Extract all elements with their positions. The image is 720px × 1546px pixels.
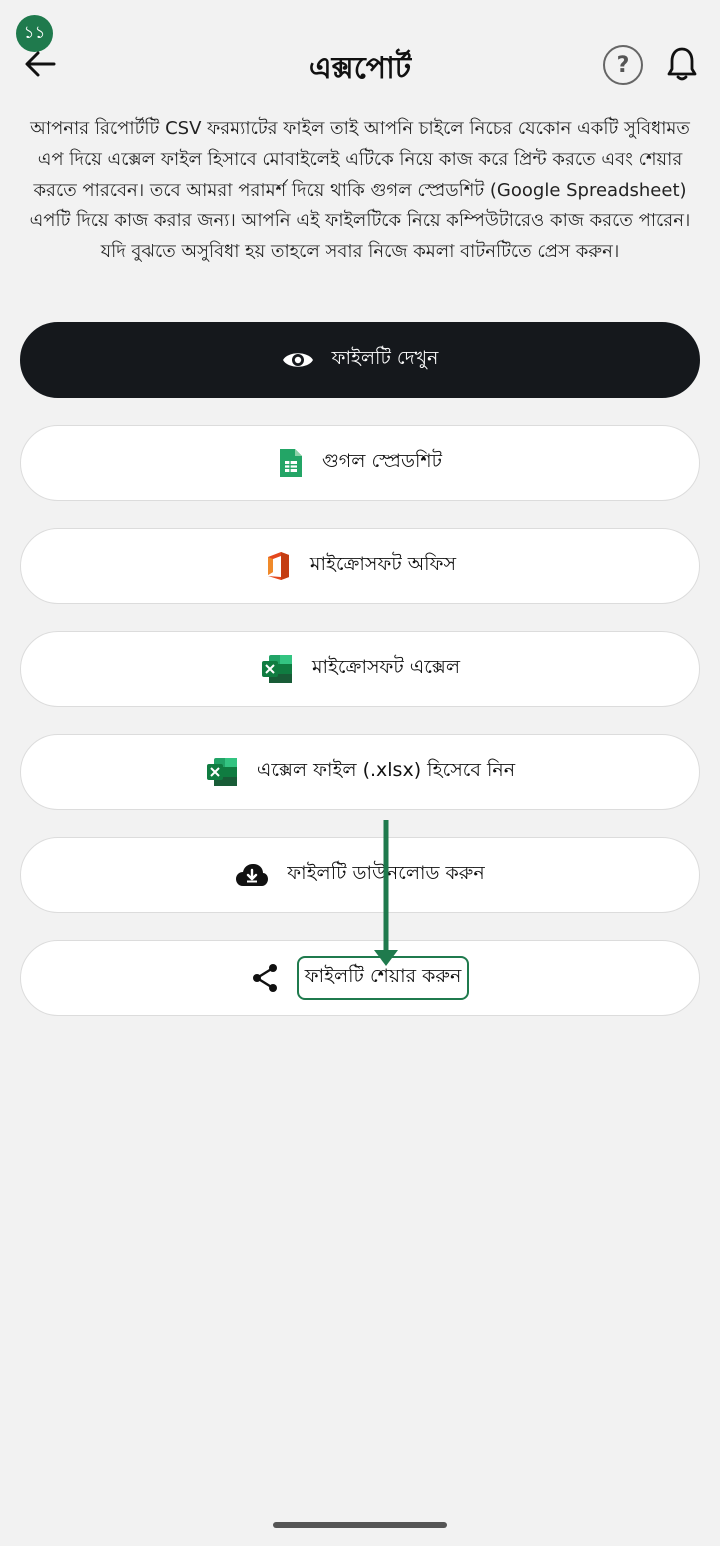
microsoft-office-button[interactable]: মাইক্রোসফট অফিস: [20, 528, 700, 604]
view-file-button[interactable]: ফাইলটি দেখুন: [20, 322, 700, 398]
help-button[interactable]: ?: [603, 45, 643, 85]
microsoft-office-label: মাইক্রোসফট অফিস: [309, 553, 457, 575]
cloud-download-icon: [235, 863, 269, 887]
home-indicator[interactable]: [273, 1522, 447, 1528]
google-sheets-icon: [278, 447, 304, 479]
export-description: আপনার রিপোর্টটি CSV ফরম্যাটের ফাইল তাই আ…: [29, 118, 691, 263]
app-header: এক্সপোর্ট ?: [0, 30, 720, 102]
microsoft-office-icon: [264, 550, 292, 582]
microsoft-excel-icon: [260, 653, 294, 685]
microsoft-excel-button[interactable]: মাইক্রোসফট এক্সেল: [20, 631, 700, 707]
view-file-label: ফাইলটি দেখুন: [331, 347, 439, 369]
question-icon: ?: [616, 52, 630, 78]
download-file-button[interactable]: ফাইলটি ডাউনলোড করুন: [20, 837, 700, 913]
microsoft-excel-label: মাইক্রোসফট এক্সেল: [311, 656, 460, 678]
google-sheets-button[interactable]: গুগল স্প্রেডশিট: [20, 425, 700, 501]
google-sheets-label: গুগল স্প্রেডশিট: [321, 450, 443, 472]
excel-file-label: এক্সেল ফাইল (.xlsx) হিসেবে নিন: [256, 759, 516, 781]
excel-file-button[interactable]: এক্সেল ফাইল (.xlsx) হিসেবে নিন: [20, 734, 700, 810]
eye-icon: [282, 349, 314, 371]
excel-file-icon: [205, 756, 239, 788]
share-file-button[interactable]: ফাইলটি শেয়ার করুন: [20, 940, 700, 1016]
bell-icon: [667, 47, 697, 81]
share-icon: [251, 963, 279, 993]
notification-button[interactable]: [662, 44, 702, 84]
tutorial-arrow-icon: [374, 820, 398, 966]
